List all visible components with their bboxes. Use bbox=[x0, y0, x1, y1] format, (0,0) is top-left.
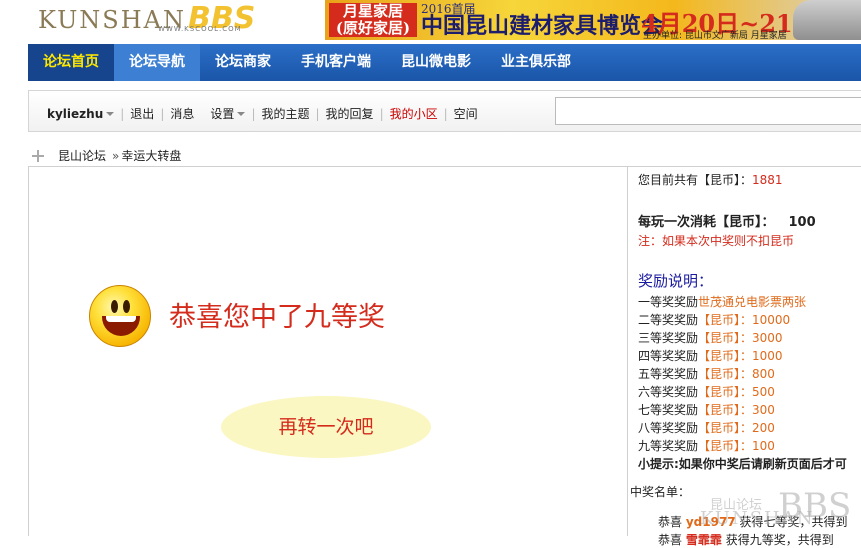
breadcrumb: 昆山论坛 » 幸运大转盘 bbox=[32, 147, 181, 164]
winner-prefix: 恭喜 bbox=[658, 533, 683, 547]
rewards-title: 奖励说明： bbox=[638, 272, 714, 290]
winners-label: 中奖名单： bbox=[630, 485, 691, 499]
my-topics-link[interactable]: 我的主题 bbox=[261, 105, 309, 122]
settings-link[interactable]: 设置 bbox=[210, 105, 234, 122]
nav-item-merchants[interactable]: 论坛商家 bbox=[200, 44, 286, 81]
divider: | bbox=[200, 107, 204, 121]
plus-icon[interactable] bbox=[32, 149, 44, 162]
spin-cost-value: 100 bbox=[788, 215, 816, 230]
coin-balance-value: 1881 bbox=[752, 173, 783, 187]
chevron-down-icon[interactable] bbox=[106, 111, 115, 116]
reward-prize: 【昆币】：3000 bbox=[698, 331, 783, 345]
spin-cost-label: 每玩一次消耗【昆币】： bbox=[638, 215, 775, 230]
smiley-eye bbox=[111, 300, 118, 313]
reward-rank: 九等奖奖励 bbox=[638, 439, 699, 453]
reward-row: 二等奖奖励【昆币】：10000 bbox=[638, 311, 861, 329]
smiley-mouth bbox=[102, 316, 140, 336]
banner-brand: 月星家居 (原好家居) bbox=[329, 3, 417, 37]
reward-row: 八等奖奖励【昆币】：200 bbox=[638, 419, 861, 437]
main-nav: 论坛首页 论坛导航 论坛商家 手机客户端 昆山微电影 业主俱乐部 bbox=[28, 44, 861, 81]
reward-row: 七等奖奖励【昆币】：300 bbox=[638, 401, 861, 419]
reward-rank: 八等奖奖励 bbox=[638, 421, 699, 435]
nav-item-owners-club[interactable]: 业主俱乐部 bbox=[486, 44, 586, 81]
banner-brand-line1: 月星家居 bbox=[342, 2, 403, 20]
coin-balance: 您目前共有【昆币】：1881 bbox=[638, 171, 783, 188]
chevron-down-icon[interactable] bbox=[237, 111, 246, 116]
info-sidebar: 您目前共有【昆币】：1881 每玩一次消耗【昆币】： 100 注：如果本次中奖则不… bbox=[628, 166, 861, 547]
nav-item-mobile[interactable]: 手机客户端 bbox=[286, 44, 386, 81]
breadcrumb-home[interactable]: 昆山论坛 bbox=[58, 147, 106, 164]
my-replies-link[interactable]: 我的回复 bbox=[326, 105, 374, 122]
winner-prefix: 恭喜 bbox=[658, 515, 683, 529]
ad-banner[interactable]: 月星家居 (原好家居) 2016首届 中国昆山建材家具博览会 4月20日~21日… bbox=[325, 0, 861, 40]
divider: | bbox=[443, 106, 448, 121]
logo-subtitle: WWW.KSCOOL.COM bbox=[158, 25, 242, 33]
banner-brand-line2: (原好家居) bbox=[335, 19, 411, 37]
breadcrumb-current[interactable]: 幸运大转盘 bbox=[121, 147, 181, 164]
reward-prize: 【昆币】：300 bbox=[698, 403, 775, 417]
winner-suffix: 获得九等奖，共得到 bbox=[725, 533, 834, 547]
reward-rank: 三等奖奖励 bbox=[638, 331, 699, 345]
divider: | bbox=[251, 106, 256, 121]
divider: | bbox=[120, 106, 125, 121]
spin-again-button[interactable]: 再转一次吧 bbox=[221, 396, 431, 458]
space-link[interactable]: 空间 bbox=[454, 105, 478, 122]
reward-rank: 四等奖奖励 bbox=[638, 349, 699, 363]
reward-rank: 五等奖奖励 bbox=[638, 367, 699, 381]
reward-prize: 【昆币】：200 bbox=[698, 421, 775, 435]
reward-row: 六等奖奖励【昆币】：500 bbox=[638, 383, 861, 401]
divider: | bbox=[160, 106, 165, 121]
reward-rank: 二等奖奖励 bbox=[638, 313, 699, 327]
reward-prize: 【昆币】：10000 bbox=[698, 313, 791, 327]
banner-headline: 中国昆山建材家具博览会 bbox=[421, 13, 664, 39]
reward-rank: 七等奖奖励 bbox=[638, 403, 699, 417]
reward-row: 三等奖奖励【昆币】：3000 bbox=[638, 329, 861, 347]
reward-rank: 六等奖奖励 bbox=[638, 385, 699, 399]
logout-link[interactable]: 退出 bbox=[130, 105, 154, 122]
reward-prize: 世茂通兑电影票两张 bbox=[698, 295, 807, 309]
nav-item-guide[interactable]: 论坛导航 bbox=[114, 44, 200, 81]
site-header: KUNSHAN BBS WWW.KSCOOL.COM 月星家居 (原好家居) 2… bbox=[0, 0, 861, 44]
reward-row: 五等奖奖励【昆币】：800 bbox=[638, 365, 861, 383]
nav-item-home[interactable]: 论坛首页 bbox=[28, 44, 114, 81]
spin-cost: 每玩一次消耗【昆币】： 100 bbox=[638, 211, 816, 230]
winner-name[interactable]: 雪霏霏 bbox=[686, 533, 722, 547]
messages-link[interactable]: 消息 bbox=[170, 105, 194, 122]
user-bar: kyliezhu | 退出 | 消息 | 设置 | 我的主题 | 我的回复 | … bbox=[28, 90, 861, 132]
divider: | bbox=[379, 106, 384, 121]
reward-row: 四等奖奖励【昆币】：1000 bbox=[638, 347, 861, 365]
winner-entry: 恭喜 雪霏霏 获得九等奖，共得到 bbox=[658, 531, 834, 548]
banner-organizer: 主办单位: 昆山市文广新局 月星家居 bbox=[643, 31, 787, 40]
coin-balance-label: 您目前共有【昆币】： bbox=[638, 173, 753, 187]
reward-row: 一等奖奖励世茂通兑电影票两张 bbox=[638, 293, 861, 311]
reward-prize: 【昆币】：100 bbox=[698, 439, 775, 453]
watermark-line3: BBS bbox=[778, 486, 852, 526]
divider: | bbox=[315, 106, 320, 121]
rewards-list: 一等奖奖励世茂通兑电影票两张 二等奖奖励【昆币】：10000 三等奖奖励【昆币】… bbox=[638, 293, 861, 455]
cost-note: 注：如果本次中奖则不扣昆币 bbox=[638, 234, 795, 248]
result-message: 恭喜您中了九等奖 bbox=[169, 302, 385, 333]
banner-car-image bbox=[793, 0, 861, 40]
my-community-link[interactable]: 我的小区 bbox=[390, 105, 438, 122]
reward-row: 九等奖奖励【昆币】：100 bbox=[638, 437, 861, 455]
smiley-eye bbox=[123, 300, 130, 313]
reward-prize: 【昆币】：1000 bbox=[698, 349, 783, 363]
username-link[interactable]: kyliezhu bbox=[47, 107, 103, 121]
smiley-face-icon bbox=[89, 285, 151, 347]
lottery-panel: 恭喜您中了九等奖 再转一次吧 bbox=[28, 166, 628, 536]
breadcrumb-separator: » bbox=[112, 148, 120, 163]
reward-prize: 【昆币】：800 bbox=[698, 367, 775, 381]
reward-rank: 一等奖奖励 bbox=[638, 295, 699, 309]
nav-item-microfilm[interactable]: 昆山微电影 bbox=[386, 44, 486, 81]
refresh-tip: 小提示:如果你中奖后请刷新页面后才可 bbox=[638, 457, 847, 471]
search-input[interactable] bbox=[555, 97, 861, 125]
reward-prize: 【昆币】：500 bbox=[698, 385, 775, 399]
